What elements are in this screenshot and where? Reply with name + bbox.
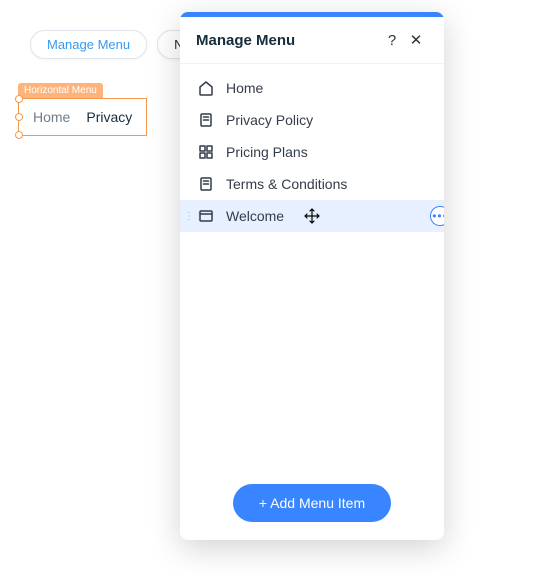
selection-label: Horizontal Menu (18, 83, 103, 98)
menu-row-label: Pricing Plans (226, 144, 426, 160)
menu-items-list: ⋮⋮Home•••⋮⋮Privacy Policy•••⋮⋮Pricing Pl… (180, 64, 444, 466)
menu-row[interactable]: ⋮⋮Pricing Plans••• (180, 136, 444, 168)
selected-widget: Horizontal Menu Home Privacy (18, 80, 147, 136)
page-icon (198, 176, 214, 192)
menu-item-home[interactable]: Home (33, 109, 70, 125)
manage-menu-panel: Manage Menu ? ✕ ⋮⋮Home•••⋮⋮Privacy Polic… (180, 12, 444, 540)
menu-row[interactable]: ⋮⋮ Welcome ••• (180, 200, 444, 232)
menu-row-label: Home (226, 80, 426, 96)
menu-item-privacy[interactable]: Privacy (86, 109, 132, 125)
page-icon (198, 112, 214, 128)
add-menu-item-button[interactable]: + Add Menu Item (233, 484, 391, 522)
menu-row-label: Welcome (226, 208, 426, 224)
home-icon (198, 80, 214, 96)
panel-title: Manage Menu (196, 32, 380, 49)
panel-header: Manage Menu ? ✕ (180, 17, 444, 64)
grid-icon (198, 144, 214, 160)
menu-row-label: Terms & Conditions (226, 176, 426, 192)
menu-row[interactable]: ⋮⋮Privacy Policy••• (180, 104, 444, 136)
menu-row[interactable]: ⋮⋮Home••• (180, 72, 444, 104)
menu-row-label: Privacy Policy (226, 112, 426, 128)
close-icon[interactable]: ✕ (404, 31, 428, 49)
resize-handle[interactable] (15, 95, 23, 103)
drag-handle-icon[interactable]: ⋮⋮ (184, 211, 204, 222)
help-icon[interactable]: ? (380, 32, 404, 49)
resize-handle[interactable] (15, 131, 23, 139)
row-more-button[interactable]: ••• (430, 206, 444, 226)
horizontal-menu-widget[interactable]: Home Privacy (18, 98, 147, 136)
menu-row[interactable]: ⋮⋮Terms & Conditions••• (180, 168, 444, 200)
panel-footer: + Add Menu Item (180, 466, 444, 540)
resize-handle[interactable] (15, 113, 23, 121)
manage-menu-pill[interactable]: Manage Menu (30, 30, 147, 59)
move-cursor-icon (303, 207, 321, 225)
